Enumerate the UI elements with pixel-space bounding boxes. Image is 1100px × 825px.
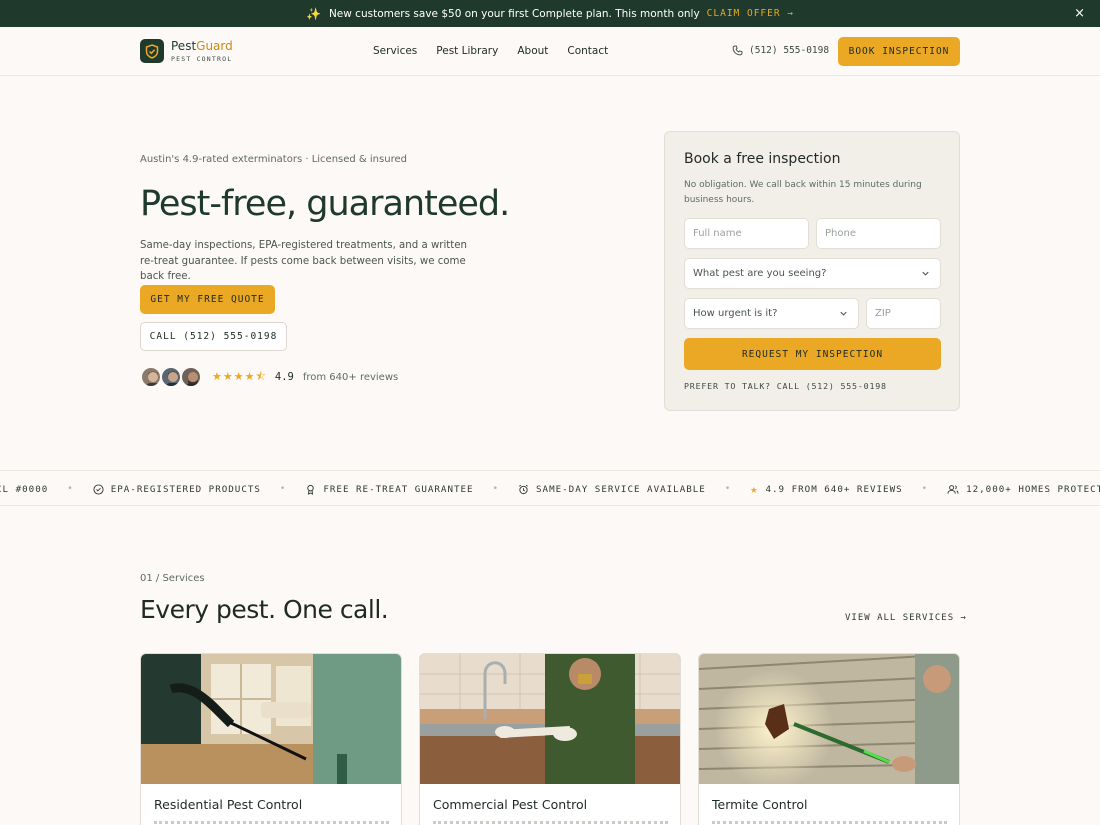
trust-item-reviews-text: 4.9 FROM 640+ REVIEWS	[765, 483, 903, 495]
trust-item-reviews: ★ 4.9 FROM 640+ REVIEWS	[750, 482, 902, 496]
full-name-input[interactable]: Full name	[684, 218, 809, 249]
hero-description: Same-day inspections, EPA-registered tre…	[140, 240, 468, 282]
services-eyebrow: 01 / Services	[140, 573, 205, 584]
nav-pest-library[interactable]: Pest Library	[436, 45, 498, 57]
termite-service-image	[699, 654, 959, 784]
alarm-clock-icon	[519, 484, 528, 494]
service-card-commercial[interactable]: Commercial Pest Control	[419, 653, 681, 825]
separator-dot: •	[724, 484, 732, 494]
request-inspection-button[interactable]: REQUEST MY INSPECTION	[684, 338, 941, 370]
reviewer-avatars	[140, 366, 202, 388]
service-card-description	[712, 821, 947, 825]
phone-input[interactable]: Phone	[816, 218, 941, 249]
free-quote-button[interactable]: GET MY FREE QUOTE	[140, 285, 275, 314]
separator-dot: •	[492, 484, 499, 494]
chevron-down-icon	[840, 311, 847, 316]
close-icon[interactable]: ×	[1074, 6, 1085, 21]
trust-item-license: CL #0000	[0, 484, 48, 495]
brand-name-part2: Guard	[196, 38, 233, 53]
main-nav: Services Pest Library About Contact	[373, 45, 608, 57]
service-card-residential[interactable]: Residential Pest Control	[140, 653, 402, 825]
trust-item-epa-text: EPA-REGISTERED PRODUCTS	[110, 483, 261, 495]
service-card-description	[433, 821, 668, 825]
urgency-select[interactable]: How urgent is it?	[684, 298, 859, 329]
star-icon: ★	[750, 482, 759, 496]
avatar	[140, 366, 162, 388]
trust-strip: CL #0000 • EPA-REGISTERED PRODUCTS • FRE…	[0, 470, 1100, 506]
claim-offer-link[interactable]: CLAIM OFFER →	[707, 8, 794, 19]
service-card-description	[154, 821, 389, 825]
call-button[interactable]: CALL (512) 555-0198	[140, 322, 287, 351]
trust-item-homes-text: 12,000+ HOMES PROTECTED	[966, 483, 1100, 495]
nav-services[interactable]: Services	[373, 45, 417, 57]
service-card-title: Residential Pest Control	[154, 797, 303, 812]
prefer-to-talk-text: PREFER TO TALK? CALL (512) 555-0198	[684, 381, 887, 391]
services-title: Every pest. One call.	[140, 595, 389, 624]
separator-dot: •	[921, 484, 929, 494]
hero-title: Pest-free, guaranteed.	[140, 184, 510, 224]
header-phone-link[interactable]: (512) 555-0198	[732, 45, 829, 56]
form-title: Book a free inspection	[684, 151, 841, 167]
trust-item-homes: 12,000+ HOMES PROTECTED	[947, 484, 1100, 495]
urgency-select-label: How urgent is it?	[693, 308, 778, 319]
rating-value: 4.9	[274, 371, 294, 383]
shield-icon	[140, 39, 164, 63]
zip-input[interactable]: ZIP	[866, 298, 941, 329]
pest-type-select-label: What pest are you seeing?	[693, 268, 827, 279]
trust-item-epa: EPA-REGISTERED PRODUCTS	[93, 484, 261, 495]
announcement-text: New customers save $50 on your first Com…	[328, 7, 700, 20]
users-icon	[947, 484, 959, 494]
pest-type-select[interactable]: What pest are you seeing?	[684, 258, 941, 289]
brand-subtitle: PEST CONTROL	[171, 54, 233, 63]
avatar	[160, 366, 182, 388]
brand-name-part1: Pest	[171, 38, 197, 53]
view-all-services-link[interactable]: VIEW ALL SERVICES →	[845, 613, 967, 623]
award-icon	[307, 484, 315, 495]
nav-contact[interactable]: Contact	[567, 45, 608, 57]
booking-form: Book a free inspection No obligation. We…	[664, 131, 960, 411]
sparkle-icon: ✨	[305, 6, 321, 21]
avatar	[180, 366, 202, 388]
trust-item-guarantee-text: FREE RE-TREAT GUARANTEE	[323, 483, 474, 495]
service-card-termite[interactable]: Termite Control	[698, 653, 960, 825]
check-circle-icon	[93, 483, 104, 495]
hero-eyebrow: Austin's 4.9-rated exterminators · Licen…	[140, 154, 407, 165]
rating-count: from 640+ reviews	[302, 371, 399, 383]
review-summary: ★★★★⯪ 4.9 from 640+ reviews	[140, 366, 398, 388]
trust-item-same-day: SAME-DAY SERVICE AVAILABLE	[518, 484, 706, 495]
trust-item-guarantee: FREE RE-TREAT GUARANTEE	[305, 484, 473, 495]
trust-item-license-text: CL #0000	[0, 483, 49, 495]
service-card-title: Commercial Pest Control	[433, 797, 588, 812]
chevron-down-icon	[922, 271, 929, 276]
nav-about[interactable]: About	[517, 45, 548, 57]
header-phone-number: (512) 555-0198	[749, 45, 830, 56]
form-subtitle: No obligation. We call back within 15 mi…	[684, 180, 922, 205]
site-header: PestGuard PEST CONTROL Services Pest Lib…	[0, 27, 1100, 76]
book-inspection-button[interactable]: BOOK INSPECTION	[838, 37, 960, 66]
separator-dot: •	[67, 484, 74, 494]
phone-icon	[732, 45, 743, 56]
separator-dot: •	[279, 484, 287, 494]
service-card-title: Termite Control	[712, 797, 808, 812]
logo[interactable]: PestGuard PEST CONTROL	[140, 39, 233, 63]
trust-item-same-day-text: SAME-DAY SERVICE AVAILABLE	[536, 483, 706, 495]
brand-name: PestGuard	[171, 38, 233, 53]
commercial-service-image	[420, 654, 680, 784]
announcement-bar: ✨ New customers save $50 on your first C…	[0, 0, 1100, 27]
residential-service-image	[141, 654, 401, 784]
star-rating-icon: ★★★★⯪	[212, 369, 267, 383]
